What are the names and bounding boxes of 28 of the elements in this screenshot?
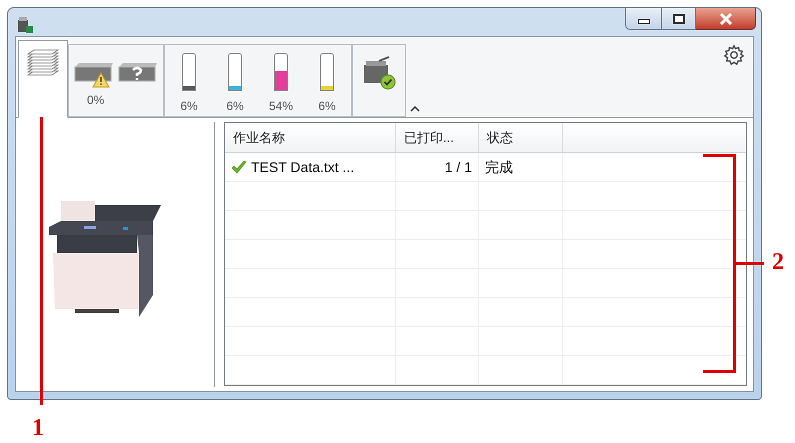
callout-number: 2 bbox=[772, 248, 784, 277]
close-button[interactable] bbox=[696, 8, 756, 30]
close-icon bbox=[718, 12, 732, 24]
collapse-chevron-icon[interactable] bbox=[410, 105, 420, 112]
toner-percent: 54% bbox=[268, 98, 294, 115]
toner-percent: 6% bbox=[226, 98, 244, 115]
printer-app-icon bbox=[16, 16, 34, 34]
toolbar-tab[interactable]: 6% 6% 54% 6% bbox=[164, 44, 352, 117]
minimize-button[interactable] bbox=[625, 8, 662, 30]
paper-percent: 0% bbox=[87, 92, 104, 109]
toolbar-tab[interactable] bbox=[18, 40, 68, 118]
maximize-icon bbox=[672, 14, 684, 24]
column-header[interactable]: 作业名称 bbox=[225, 123, 396, 152]
table-cell-text: TEST Data.txt ... bbox=[251, 158, 354, 176]
toolbar-tab[interactable]: 0% bbox=[68, 44, 164, 117]
toner-percent: 6% bbox=[180, 98, 198, 115]
column-header[interactable]: 已打印... bbox=[396, 123, 479, 152]
minimize-icon bbox=[638, 19, 650, 24]
callout-number: 1 bbox=[32, 414, 44, 443]
toner-percent: 6% bbox=[318, 98, 336, 115]
settings-icon[interactable] bbox=[723, 44, 745, 66]
table-cell-text: 完成 bbox=[485, 158, 513, 176]
toolbar-tab[interactable] bbox=[352, 44, 406, 117]
callout-line bbox=[736, 262, 764, 265]
printer-check-icon bbox=[361, 55, 397, 91]
maximize-button[interactable] bbox=[662, 8, 696, 30]
column-header[interactable]: 状态 bbox=[479, 123, 563, 152]
table-cell-text: 1 / 1 bbox=[444, 158, 472, 176]
